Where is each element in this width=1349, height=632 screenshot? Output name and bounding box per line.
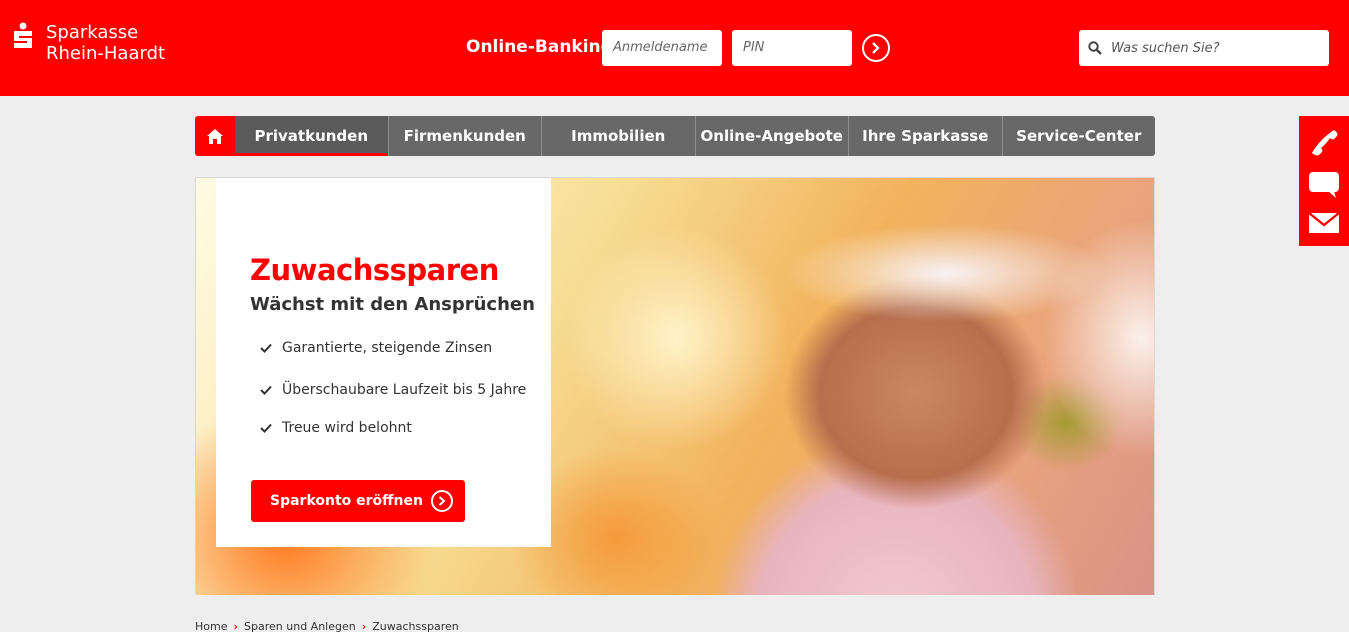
breadcrumb: Home › Sparen und Anlegen › Zuwachsspare… [195,620,459,632]
sparkasse-s-icon [14,22,32,48]
bullet-text: Treue wird belohnt [282,420,412,436]
search-icon [1079,41,1111,55]
nav-ihre-sparkasse[interactable]: Ihre Sparkasse [848,116,1002,156]
online-banking-label: Online-Banking [466,37,613,57]
search-field[interactable]: Was suchen Sie? [1079,30,1329,66]
site-header: Sparkasse Rhein-Haardt Online-Banking An… [0,0,1349,96]
nav-privatkunden[interactable]: Privatkunden [235,116,388,156]
home-icon [207,128,223,144]
nav-immobilien[interactable]: Immobilien [541,116,695,156]
chevron-right-icon [872,42,880,54]
bullet-text: Garantierte, steigende Zinsen [282,340,493,356]
mail-icon[interactable] [1308,211,1340,234]
contact-sidebar [1299,116,1349,246]
phone-icon[interactable] [1308,128,1340,158]
login-submit-button[interactable] [862,34,890,62]
pin-input[interactable]: PIN [732,30,852,66]
open-savings-account-button[interactable]: Sparkonto eröffnen [251,480,465,522]
sparkasse-logo[interactable]: Sparkasse Rhein-Haardt [11,22,165,64]
nav-online-angebote[interactable]: Online-Angebote [694,116,848,156]
chevron-right-icon: › [361,620,367,632]
cta-label: Sparkonto eröffnen [270,493,423,509]
list-item: Garantierte, steigende Zinsen [260,340,492,356]
check-icon [260,423,272,433]
search-input[interactable]: Was suchen Sie? [1111,41,1220,56]
check-icon [260,343,272,353]
nav-service-center[interactable]: Service-Center [1001,116,1155,156]
breadcrumb-sparen[interactable]: Sparen und Anlegen [244,620,356,632]
teaser-subtitle: Wächst mit den Ansprüchen [250,294,535,315]
brand-line1: Sparkasse [46,22,139,43]
username-input[interactable]: Anmeldename [602,30,722,66]
bullet-text: Überschaubare Laufzeit bis 5 Jahre [282,382,527,398]
home-button[interactable] [195,116,235,156]
list-item: Überschaubare Laufzeit bis 5 Jahre [260,382,526,398]
main-navigation: Privatkunden Firmenkunden Immobilien Onl… [195,116,1155,156]
teaser-box: Zuwachssparen Wächst mit den Ansprüchen … [216,178,551,547]
chat-icon[interactable] [1308,171,1340,199]
breadcrumb-current: Zuwachssparen [372,620,459,632]
hero-banner: Zuwachssparen Wächst mit den Ansprüchen … [195,177,1155,595]
breadcrumb-home[interactable]: Home [195,620,227,632]
chevron-right-icon: › [233,620,239,632]
teaser-title: Zuwachssparen [250,253,499,287]
list-item: Treue wird belohnt [260,420,412,436]
chevron-right-icon [430,490,453,512]
brand-line2: Rhein-Haardt [46,43,166,64]
nav-firmenkunden[interactable]: Firmenkunden [387,116,541,156]
check-icon [260,385,272,395]
